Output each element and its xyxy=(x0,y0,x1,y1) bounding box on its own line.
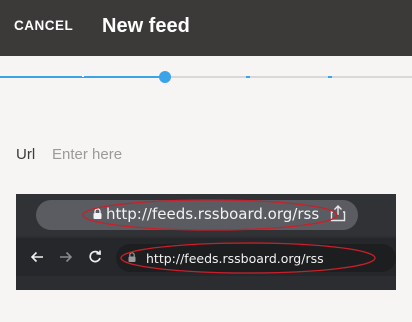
highlight-annotations xyxy=(82,199,376,274)
page-title: New feed xyxy=(102,15,190,37)
cancel-button[interactable]: CANCEL xyxy=(14,18,73,33)
progress-stepper xyxy=(0,71,412,83)
highlight-ellipse-top xyxy=(82,199,338,231)
url-hint-image: http://feeds.rssboard.org/rss http://fee… xyxy=(16,194,396,290)
app-bar: CANCEL New feed xyxy=(0,0,412,56)
url-label: Url xyxy=(16,146,36,163)
stepper-active-dot xyxy=(159,71,171,83)
highlight-ellipse-bottom xyxy=(120,242,376,274)
url-input[interactable] xyxy=(52,143,392,165)
